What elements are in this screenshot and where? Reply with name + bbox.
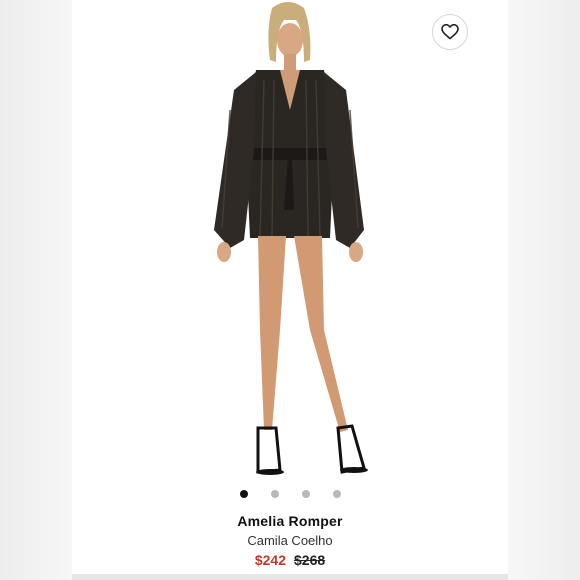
gallery-pagination [0,490,580,498]
card-bottom-edge [72,574,508,580]
gallery-dot-1[interactable] [239,490,248,498]
original-price: $268 [294,552,326,568]
gallery-dot-2[interactable] [270,490,279,498]
product-photo[interactable] [200,0,380,480]
product-brand[interactable]: Camila Coelho [0,533,580,548]
gallery-dot-3[interactable] [301,490,310,498]
price-row: $242 $268 [0,552,580,568]
product-name[interactable]: Amelia Romper [0,513,580,529]
gallery-dot-4[interactable] [332,490,341,498]
sale-price: $242 [254,552,286,568]
wishlist-button[interactable] [432,14,468,50]
heart-outline-icon [441,24,459,40]
